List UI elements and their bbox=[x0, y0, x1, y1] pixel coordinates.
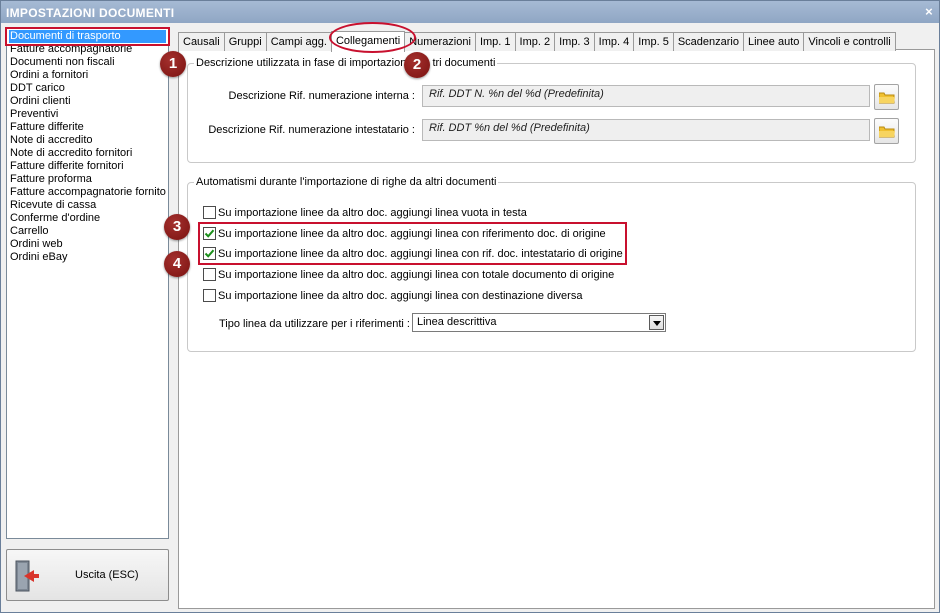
document-type-item[interactable]: Note di accredito bbox=[7, 134, 168, 147]
document-type-item[interactable]: Preventivi bbox=[7, 108, 168, 121]
document-type-item[interactable]: Fatture proforma bbox=[7, 173, 168, 186]
document-type-item[interactable]: Ordini a fornitori bbox=[7, 69, 168, 82]
option-label: Su importazione linee da altro doc. aggi… bbox=[218, 268, 615, 281]
document-type-item[interactable]: Fatture differite bbox=[7, 121, 168, 134]
option-row[interactable]: Su importazione linee da altro doc. aggi… bbox=[203, 206, 527, 222]
checkmark-icon bbox=[204, 249, 215, 258]
document-type-item[interactable]: Ricevute di cassa bbox=[7, 199, 168, 212]
checkbox[interactable] bbox=[203, 268, 216, 281]
document-type-list[interactable]: Documenti di trasporto Fatture accompagna… bbox=[6, 27, 169, 539]
option-label: Su importazione linee da altro doc. aggi… bbox=[218, 289, 583, 302]
tab-imp-3[interactable]: Imp. 3 bbox=[554, 32, 595, 51]
checkbox[interactable] bbox=[203, 289, 216, 302]
tab-collegamenti[interactable]: Collegamenti bbox=[330, 31, 406, 52]
holder-numbering-browse-button[interactable] bbox=[874, 118, 899, 144]
exit-door-icon bbox=[15, 560, 39, 592]
close-icon[interactable]: × bbox=[925, 4, 933, 19]
checkmark-icon bbox=[204, 229, 215, 238]
group-import-description: Descrizione utilizzata in fase di import… bbox=[187, 57, 916, 163]
document-type-item[interactable]: Note di accredito fornitori bbox=[7, 147, 168, 160]
folder-icon bbox=[879, 126, 895, 138]
checkbox-checked[interactable] bbox=[203, 247, 216, 260]
callout-marker-1: 1 bbox=[160, 51, 186, 77]
document-type-item[interactable]: Documenti non fiscali bbox=[7, 56, 168, 69]
internal-numbering-browse-button[interactable] bbox=[874, 84, 899, 110]
document-type-item[interactable]: Fatture differite fornitori bbox=[7, 160, 168, 173]
option-row[interactable]: Su importazione linee da altro doc. aggi… bbox=[203, 289, 582, 305]
window-title: IMPOSTAZIONI DOCUMENTI bbox=[6, 6, 175, 20]
holder-numbering-label: Descrizione Rif. numerazione intestatari… bbox=[208, 124, 415, 136]
option-label: Su importazione linee da altro doc. aggi… bbox=[218, 227, 606, 240]
exit-button[interactable]: Uscita (ESC) bbox=[6, 549, 169, 601]
group-import-description-title: Descrizione utilizzata in fase di import… bbox=[194, 57, 498, 69]
tab-vincoli-e-controlli[interactable]: Vincoli e controlli bbox=[803, 32, 896, 51]
tab-scadenzario[interactable]: Scadenzario bbox=[672, 32, 744, 51]
option-row[interactable]: Su importazione linee da altro doc. aggi… bbox=[203, 268, 614, 284]
tab-imp-4[interactable]: Imp. 4 bbox=[593, 32, 635, 51]
folder-icon bbox=[879, 92, 895, 104]
group-import-automations-title: Automatismi durante l'importazione di ri… bbox=[194, 176, 499, 188]
document-type-item[interactable]: Documenti di trasporto bbox=[9, 30, 166, 43]
tab-numerazioni[interactable]: Numerazioni bbox=[404, 32, 476, 51]
tab-imp-5[interactable]: Imp. 5 bbox=[633, 32, 674, 51]
chevron-down-icon[interactable] bbox=[649, 315, 664, 330]
document-type-item[interactable]: Conferme d'ordine bbox=[7, 212, 168, 225]
document-type-item[interactable]: Carrello bbox=[7, 225, 168, 238]
option-row[interactable]: Su importazione linee da altro doc. aggi… bbox=[203, 247, 623, 263]
reference-line-type-select[interactable]: Linea descrittiva bbox=[412, 313, 666, 332]
tab-panel-collegamenti: Descrizione utilizzata in fase di import… bbox=[178, 49, 935, 609]
callout-marker-4: 4 bbox=[164, 251, 190, 277]
internal-numbering-field[interactable]: Rif. DDT N. %n del %d (Predefinita) bbox=[422, 85, 870, 107]
document-type-item[interactable]: Fatture accompagnatorie fornito bbox=[7, 186, 168, 199]
option-label: Su importazione linee da altro doc. aggi… bbox=[218, 247, 623, 260]
checkbox[interactable] bbox=[203, 206, 216, 219]
document-type-item[interactable]: Ordini eBay bbox=[7, 251, 168, 264]
tab-linee-auto[interactable]: Linee auto bbox=[742, 32, 805, 51]
option-label: Su importazione linee da altro doc. aggi… bbox=[218, 206, 527, 219]
option-row[interactable]: Su importazione linee da altro doc. aggi… bbox=[203, 227, 606, 243]
holder-numbering-field[interactable]: Rif. DDT %n del %d (Predefinita) bbox=[422, 119, 870, 141]
tab-campi-agg[interactable]: Campi agg. bbox=[265, 32, 332, 51]
reference-line-type-value: Linea descrittiva bbox=[417, 316, 497, 328]
settings-tabs: Causali Gruppi Campi agg. Collegamenti Numer… bbox=[178, 30, 896, 52]
tab-gruppi[interactable]: Gruppi bbox=[223, 32, 267, 51]
document-type-item[interactable]: Ordini web bbox=[7, 238, 168, 251]
exit-label: Uscita (ESC) bbox=[75, 569, 139, 581]
document-type-item[interactable]: Fatture accompagnatorie bbox=[7, 43, 168, 56]
settings-window: IMPOSTAZIONI DOCUMENTI × Documenti di tr… bbox=[0, 0, 940, 613]
callout-marker-2: 2 bbox=[404, 52, 430, 78]
tab-causali[interactable]: Causali bbox=[178, 32, 225, 51]
tab-imp-1[interactable]: Imp. 1 bbox=[474, 32, 516, 51]
callout-marker-3: 3 bbox=[164, 214, 190, 240]
internal-numbering-label: Descrizione Rif. numerazione interna : bbox=[228, 90, 415, 102]
document-type-item[interactable]: Ordini clienti bbox=[7, 95, 168, 108]
title-bar: IMPOSTAZIONI DOCUMENTI × bbox=[1, 1, 939, 23]
group-import-automations: Automatismi durante l'importazione di ri… bbox=[187, 176, 916, 352]
checkbox-checked[interactable] bbox=[203, 227, 216, 240]
reference-line-type-label: Tipo linea da utilizzare per i riferimen… bbox=[219, 318, 410, 330]
document-type-item[interactable]: DDT carico bbox=[7, 82, 168, 95]
tab-imp-2[interactable]: Imp. 2 bbox=[514, 32, 556, 51]
